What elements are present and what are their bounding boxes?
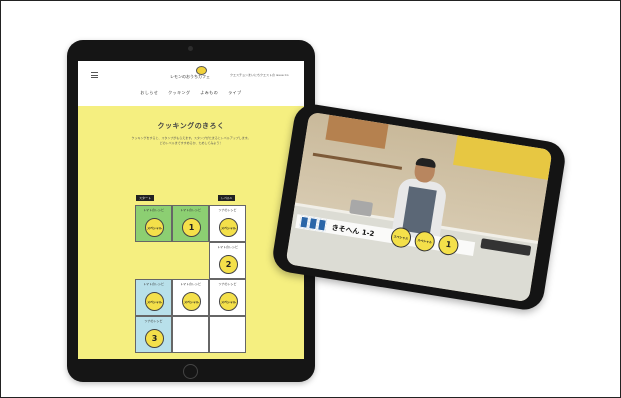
video-player[interactable]: きそへん 1-2 スペシャル スペシャル 1 [285, 111, 553, 303]
lemon-stamp-label: スペシャル [147, 300, 162, 304]
board-cell-label: ツナのレシピ [218, 208, 237, 212]
lemon-stamp-label: スペシャル [184, 300, 199, 304]
board-cell: トマトのレシピ スペシャル [172, 279, 209, 316]
tablet-device: レモンのおうちカフェ クエスチョンまいにちクエストの issue Co おしらせ… [67, 40, 315, 382]
nav-item-reading[interactable]: よみもの [200, 90, 218, 95]
lemon-stamp-icon: スペシャル [219, 218, 238, 237]
lemon-stamp-label: スペシャル [221, 226, 236, 230]
board-cell-label: トマトのレシピ [216, 245, 238, 249]
tag-start: スタート [136, 195, 155, 201]
lemon-stamp-icon: スペシャル [145, 292, 164, 311]
board-cell: トマトのレシピ 2 [209, 242, 246, 279]
tag-level-1: レベル1 [218, 195, 235, 201]
lemon-stamp-label: 3 [151, 334, 158, 343]
site-header: レモンのおうちカフェ クエスチョンまいにちクエストの issue Co おしらせ… [78, 61, 304, 106]
lemon-stamp-icon: 2 [219, 255, 238, 274]
board-cell [172, 316, 209, 353]
board-cell-label: トマトのレシピ [142, 282, 164, 286]
nav-item-cooking[interactable]: クッキング [168, 90, 190, 95]
board-cell-label: トマトのレシピ [179, 282, 201, 286]
board-cell-label: ツナのレシピ [144, 319, 163, 323]
hamburger-menu-icon[interactable] [91, 72, 98, 78]
board-cell: トマトのレシピ スペシャル [135, 279, 172, 316]
lemon-stamp-label: スペシャル [221, 300, 236, 304]
nav-item-news[interactable]: おしらせ [140, 90, 158, 95]
board-cell: ツナのレシピ 3 [135, 316, 172, 353]
lemon-stamp-icon: スペシャル [182, 292, 201, 311]
board-cell-label: トマトのレシピ [179, 208, 201, 212]
lemon-stamp-label: スペシャル [147, 226, 162, 230]
site-nav: おしらせ クッキング よみもの ライブ [78, 90, 304, 96]
lemon-stamp-icon: 3 [145, 329, 164, 348]
logo-text: レモンのおうちカフェ [170, 74, 210, 79]
board-cell: ツナのレシピ スペシャル [209, 205, 246, 242]
nav-item-live[interactable]: ライブ [228, 90, 242, 95]
lemon-stamp-icon: スペシャル [219, 292, 238, 311]
board-cell: トマトのレシピ 1 [172, 205, 209, 242]
lemon-stamp-icon: 1 [182, 218, 201, 237]
board-cell-label: ツナのレシピ [218, 282, 237, 286]
board-cell: ツナのレシピ スペシャル [209, 279, 246, 316]
board-cell: トマトのレシピ スペシャル [135, 205, 172, 242]
lemon-stamp-label: 2 [225, 260, 232, 269]
lemon-stamp-icon: スペシャル [145, 218, 164, 237]
page-title: クッキングのきろく [157, 122, 225, 130]
lemon-stamp-label: 1 [188, 223, 195, 232]
tablet-home-button [183, 364, 198, 379]
tablet-camera [188, 46, 193, 51]
site-logo[interactable]: レモンのおうちカフェ [170, 64, 210, 86]
intro-text: クッキングをすると、スタンプがもらえます。スタンプがたまるとレベルアップします。… [98, 136, 284, 146]
board-cell [209, 316, 246, 353]
intro-line-2: どのレベルまですすめるか、ためしてみよう！ [159, 141, 223, 145]
board-cell-label: トマトのレシピ [142, 208, 164, 212]
header-right-text: クエスチョンまいにちクエストの issue Co [230, 73, 289, 77]
tablet-screen: レモンのおうちカフェ クエスチョンまいにちクエストの issue Co おしらせ… [78, 61, 304, 359]
